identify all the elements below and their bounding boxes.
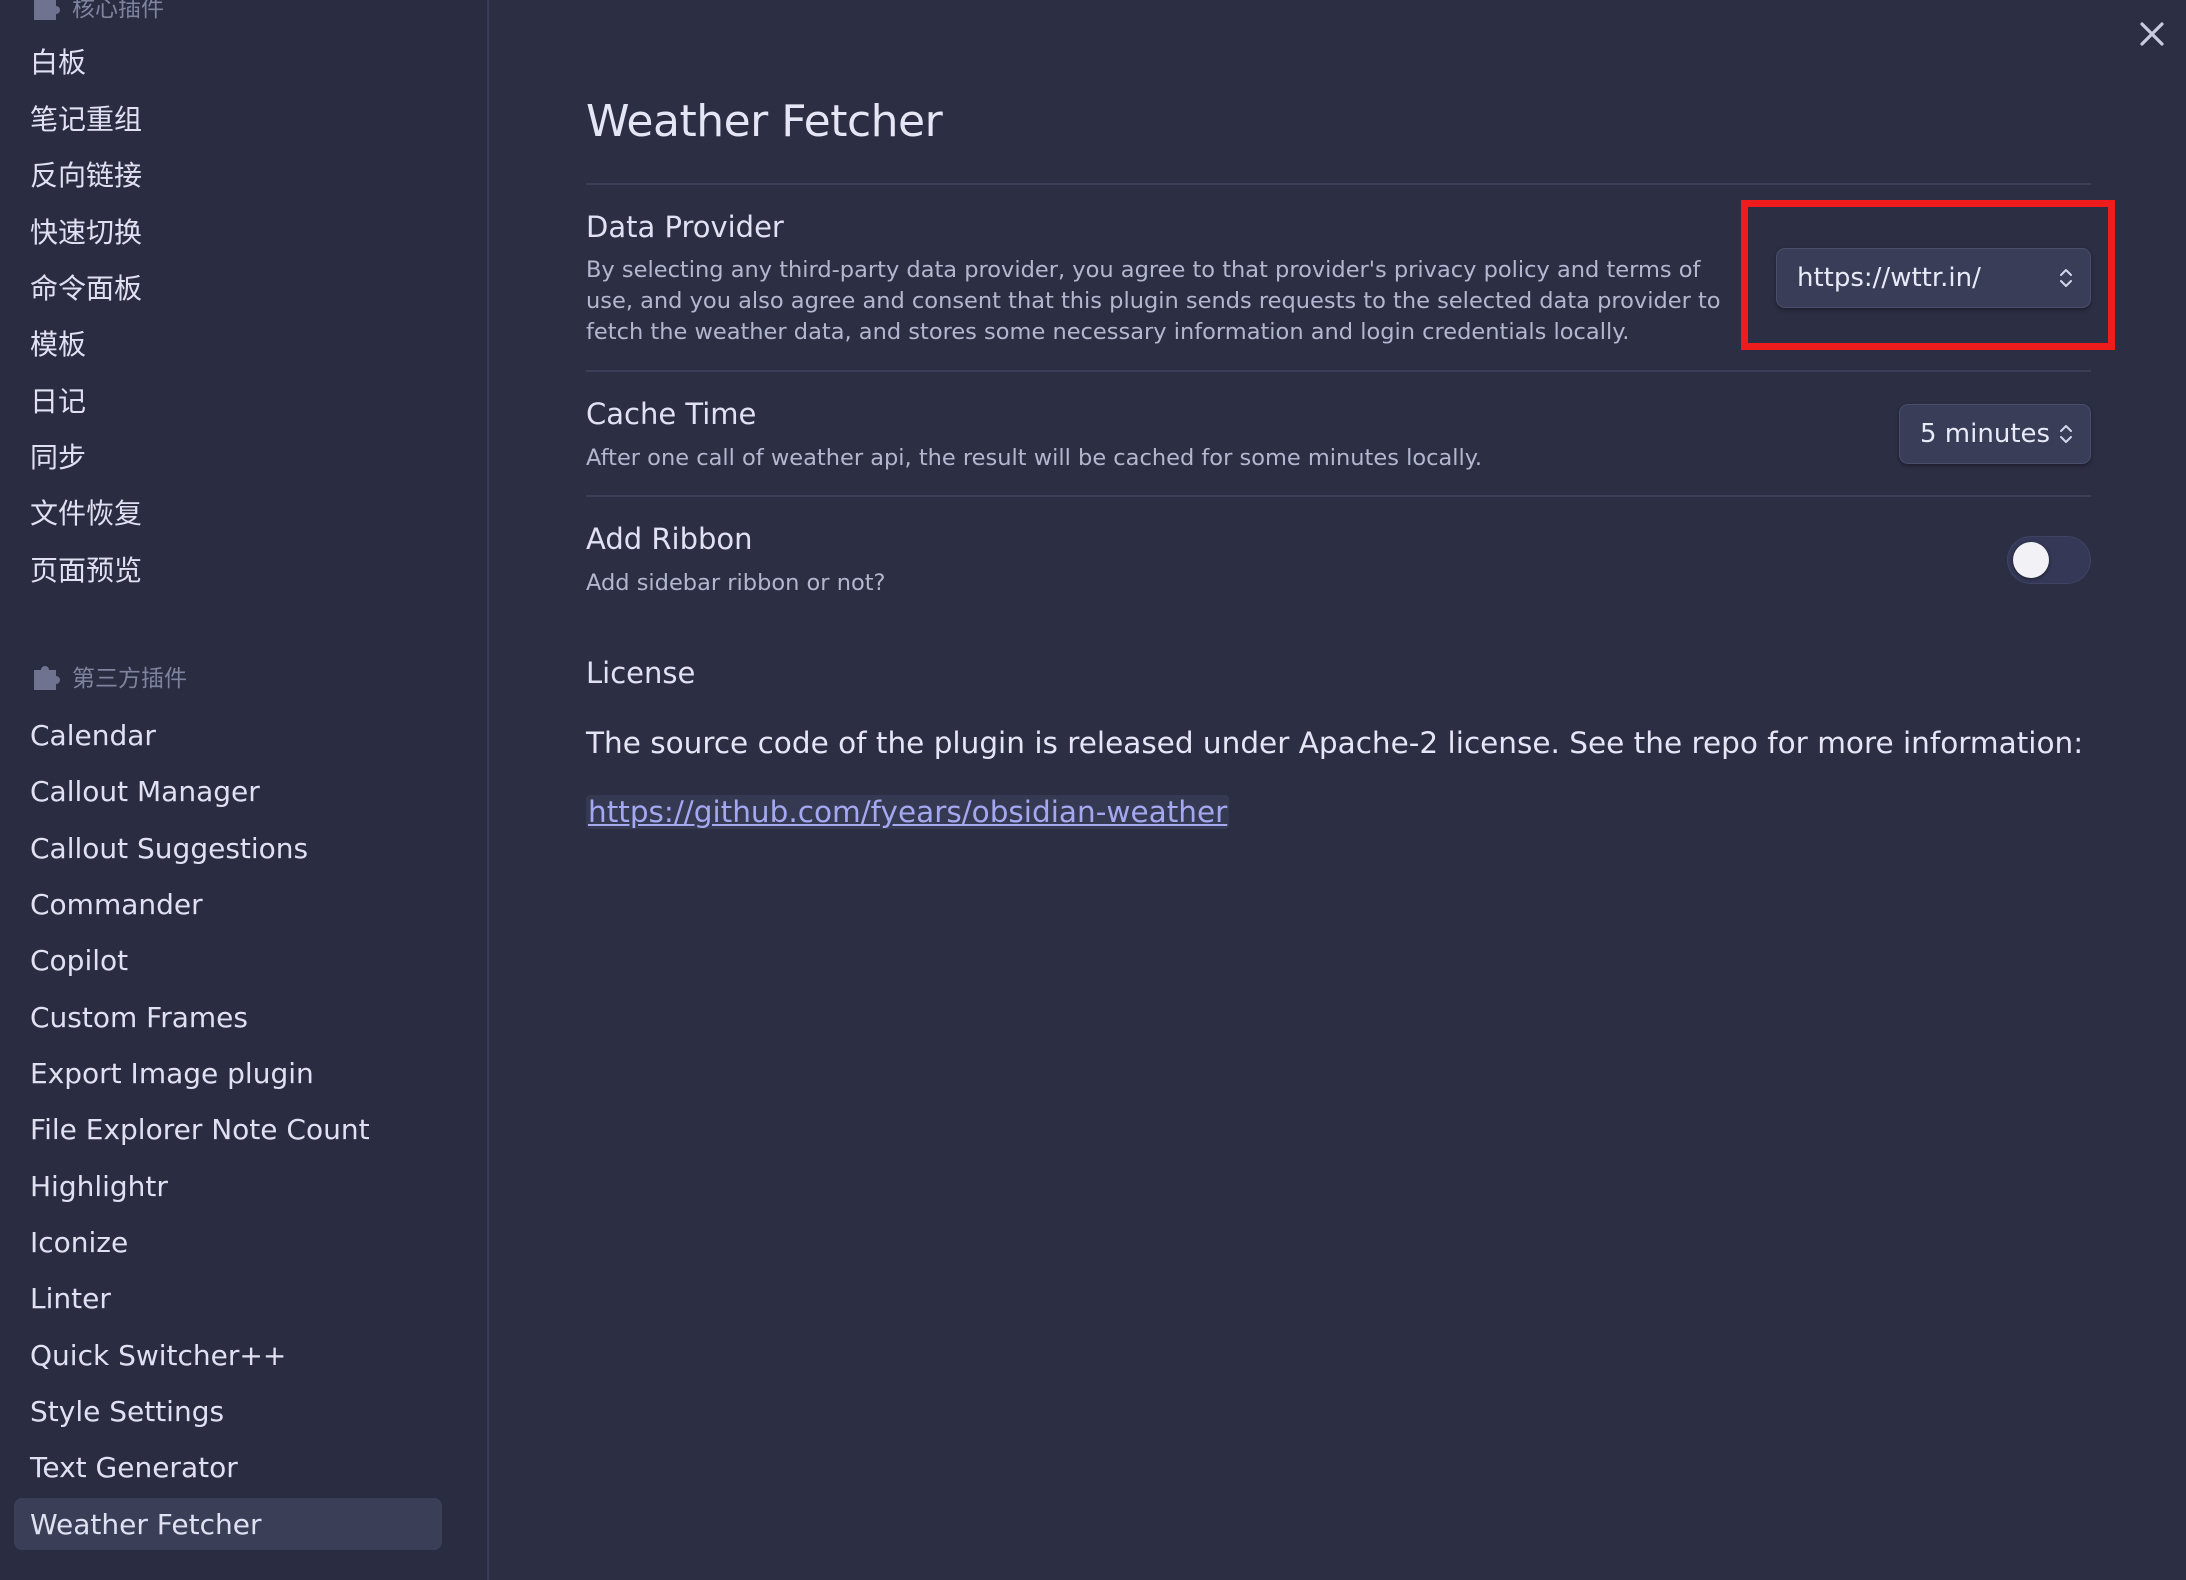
sidebar-item-label: 页面预览 (30, 554, 143, 587)
sidebar-item-label: Text Generator (30, 1450, 238, 1484)
puzzle-icon (34, 0, 60, 20)
sidebar-item-custom-frames[interactable]: Custom Frames (14, 991, 442, 1043)
sidebar-item-templates[interactable]: 模板 (14, 317, 442, 369)
close-button[interactable] (2134, 16, 2170, 52)
sidebar-item-label: 反向链接 (30, 159, 143, 192)
sidebar-item-iconize[interactable]: Iconize (14, 1216, 442, 1268)
sidebar-item-note-composer[interactable]: 笔记重组 (14, 92, 442, 144)
sidebar-item-export-image[interactable]: Export Image plugin (14, 1047, 442, 1099)
sidebar-item-label: Commander (30, 887, 203, 921)
sidebar-item-text-generator[interactable]: Text Generator (14, 1441, 442, 1493)
cache-time-dropdown[interactable]: 5 minutes (1899, 404, 2091, 464)
sidebar-item-label: Export Image plugin (30, 1056, 314, 1090)
settings-sidebar: 核心插件 白板 笔记重组 反向链接 快速切换 命令面板 模板 日记 同步 文件恢… (0, 0, 489, 1580)
sidebar-item-calendar[interactable]: Calendar (14, 709, 442, 761)
community-plugins-label: 第三方插件 (72, 666, 187, 692)
core-plugins-label: 核心插件 (72, 0, 164, 22)
sidebar-item-label: Style Settings (30, 1394, 225, 1428)
add-ribbon-toggle[interactable] (2007, 536, 2091, 584)
sidebar-item-commander[interactable]: Commander (14, 878, 442, 930)
community-plugins-header: 第三方插件 (30, 656, 187, 696)
sidebar-item-backlinks[interactable]: 反向链接 (14, 148, 442, 200)
sidebar-item-label: Callout Manager (30, 774, 260, 808)
chevron-updown-icon (2060, 269, 2072, 287)
sidebar-item-callout-manager[interactable]: Callout Manager (14, 765, 442, 817)
sidebar-item-file-recovery[interactable]: 文件恢复 (14, 486, 442, 538)
data-provider-value: https://wttr.in/ (1797, 263, 1981, 293)
add-ribbon-name: Add Ribbon (586, 522, 753, 556)
puzzle-icon (34, 666, 60, 690)
sidebar-item-canvas[interactable]: 白板 (14, 35, 442, 87)
settings-content: Weather Fetcher Data Provider By selecti… (491, 0, 2186, 1580)
sidebar-item-style-settings[interactable]: Style Settings (14, 1385, 442, 1437)
sidebar-item-daily-notes[interactable]: 日记 (14, 374, 442, 426)
sidebar-item-label: Quick Switcher++ (30, 1338, 287, 1372)
sidebar-item-label: Linter (30, 1281, 111, 1315)
cache-time-name: Cache Time (586, 397, 757, 431)
sidebar-item-label: Weather Fetcher (30, 1507, 262, 1541)
data-provider-description: By selecting any third-party data provid… (586, 257, 1721, 345)
sidebar-item-label: 文件恢复 (30, 497, 143, 530)
data-provider-dropdown[interactable]: https://wttr.in/ (1776, 248, 2091, 308)
sidebar-item-label: 白板 (30, 46, 87, 79)
sidebar-item-linter[interactable]: Linter (14, 1272, 442, 1324)
sidebar-item-copilot[interactable]: Copilot (14, 934, 442, 986)
sidebar-item-quick-switcher-plus[interactable]: Quick Switcher++ (14, 1329, 442, 1381)
sidebar-item-label: 模板 (30, 328, 87, 361)
license-heading: License (586, 656, 696, 690)
data-provider-name: Data Provider (586, 210, 784, 244)
core-plugins-header: 核心插件 (30, 0, 164, 26)
sidebar-item-label: Iconize (30, 1225, 129, 1259)
divider (586, 183, 2091, 185)
sidebar-item-highlightr[interactable]: Highlightr (14, 1160, 442, 1212)
divider (586, 370, 2091, 372)
sidebar-item-page-preview[interactable]: 页面预览 (14, 543, 442, 595)
sidebar-item-label: Callout Suggestions (30, 831, 309, 865)
sidebar-item-sync[interactable]: 同步 (14, 430, 442, 482)
cache-time-description: After one call of weather api, the resul… (586, 445, 1483, 471)
sidebar-item-label: 命令面板 (30, 272, 143, 305)
page-title: Weather Fetcher (586, 96, 943, 147)
sidebar-item-label: Copilot (30, 943, 129, 977)
sidebar-item-file-explorer-note-count[interactable]: File Explorer Note Count (14, 1103, 442, 1155)
sidebar-item-callout-suggestions[interactable]: Callout Suggestions (14, 822, 442, 874)
sidebar-item-quick-switcher[interactable]: 快速切换 (14, 205, 442, 257)
sidebar-item-label: Calendar (30, 718, 156, 752)
license-text: The source code of the plugin is release… (586, 726, 2084, 760)
sidebar-item-command-palette[interactable]: 命令面板 (14, 261, 442, 313)
repo-link[interactable]: https://github.com/fyears/obsidian-weath… (586, 795, 1230, 829)
sidebar-item-weather-fetcher[interactable]: Weather Fetcher (14, 1498, 442, 1550)
toggle-knob (2013, 542, 2049, 578)
settings-window: 核心插件 白板 笔记重组 反向链接 快速切换 命令面板 模板 日记 同步 文件恢… (0, 0, 2186, 1580)
sidebar-item-label: 笔记重组 (30, 103, 143, 136)
divider (586, 495, 2091, 497)
chevron-updown-icon (2060, 425, 2072, 443)
close-icon (2140, 22, 2164, 46)
sidebar-item-label: Highlightr (30, 1169, 168, 1203)
sidebar-item-label: 同步 (30, 441, 87, 474)
sidebar-item-label: 日记 (30, 385, 87, 418)
sidebar-item-label: 快速切换 (30, 216, 143, 249)
sidebar-item-label: File Explorer Note Count (30, 1112, 370, 1146)
cache-time-value: 5 minutes (1920, 419, 2051, 449)
add-ribbon-description: Add sidebar ribbon or not? (586, 570, 886, 596)
sidebar-item-label: Custom Frames (30, 1000, 248, 1034)
